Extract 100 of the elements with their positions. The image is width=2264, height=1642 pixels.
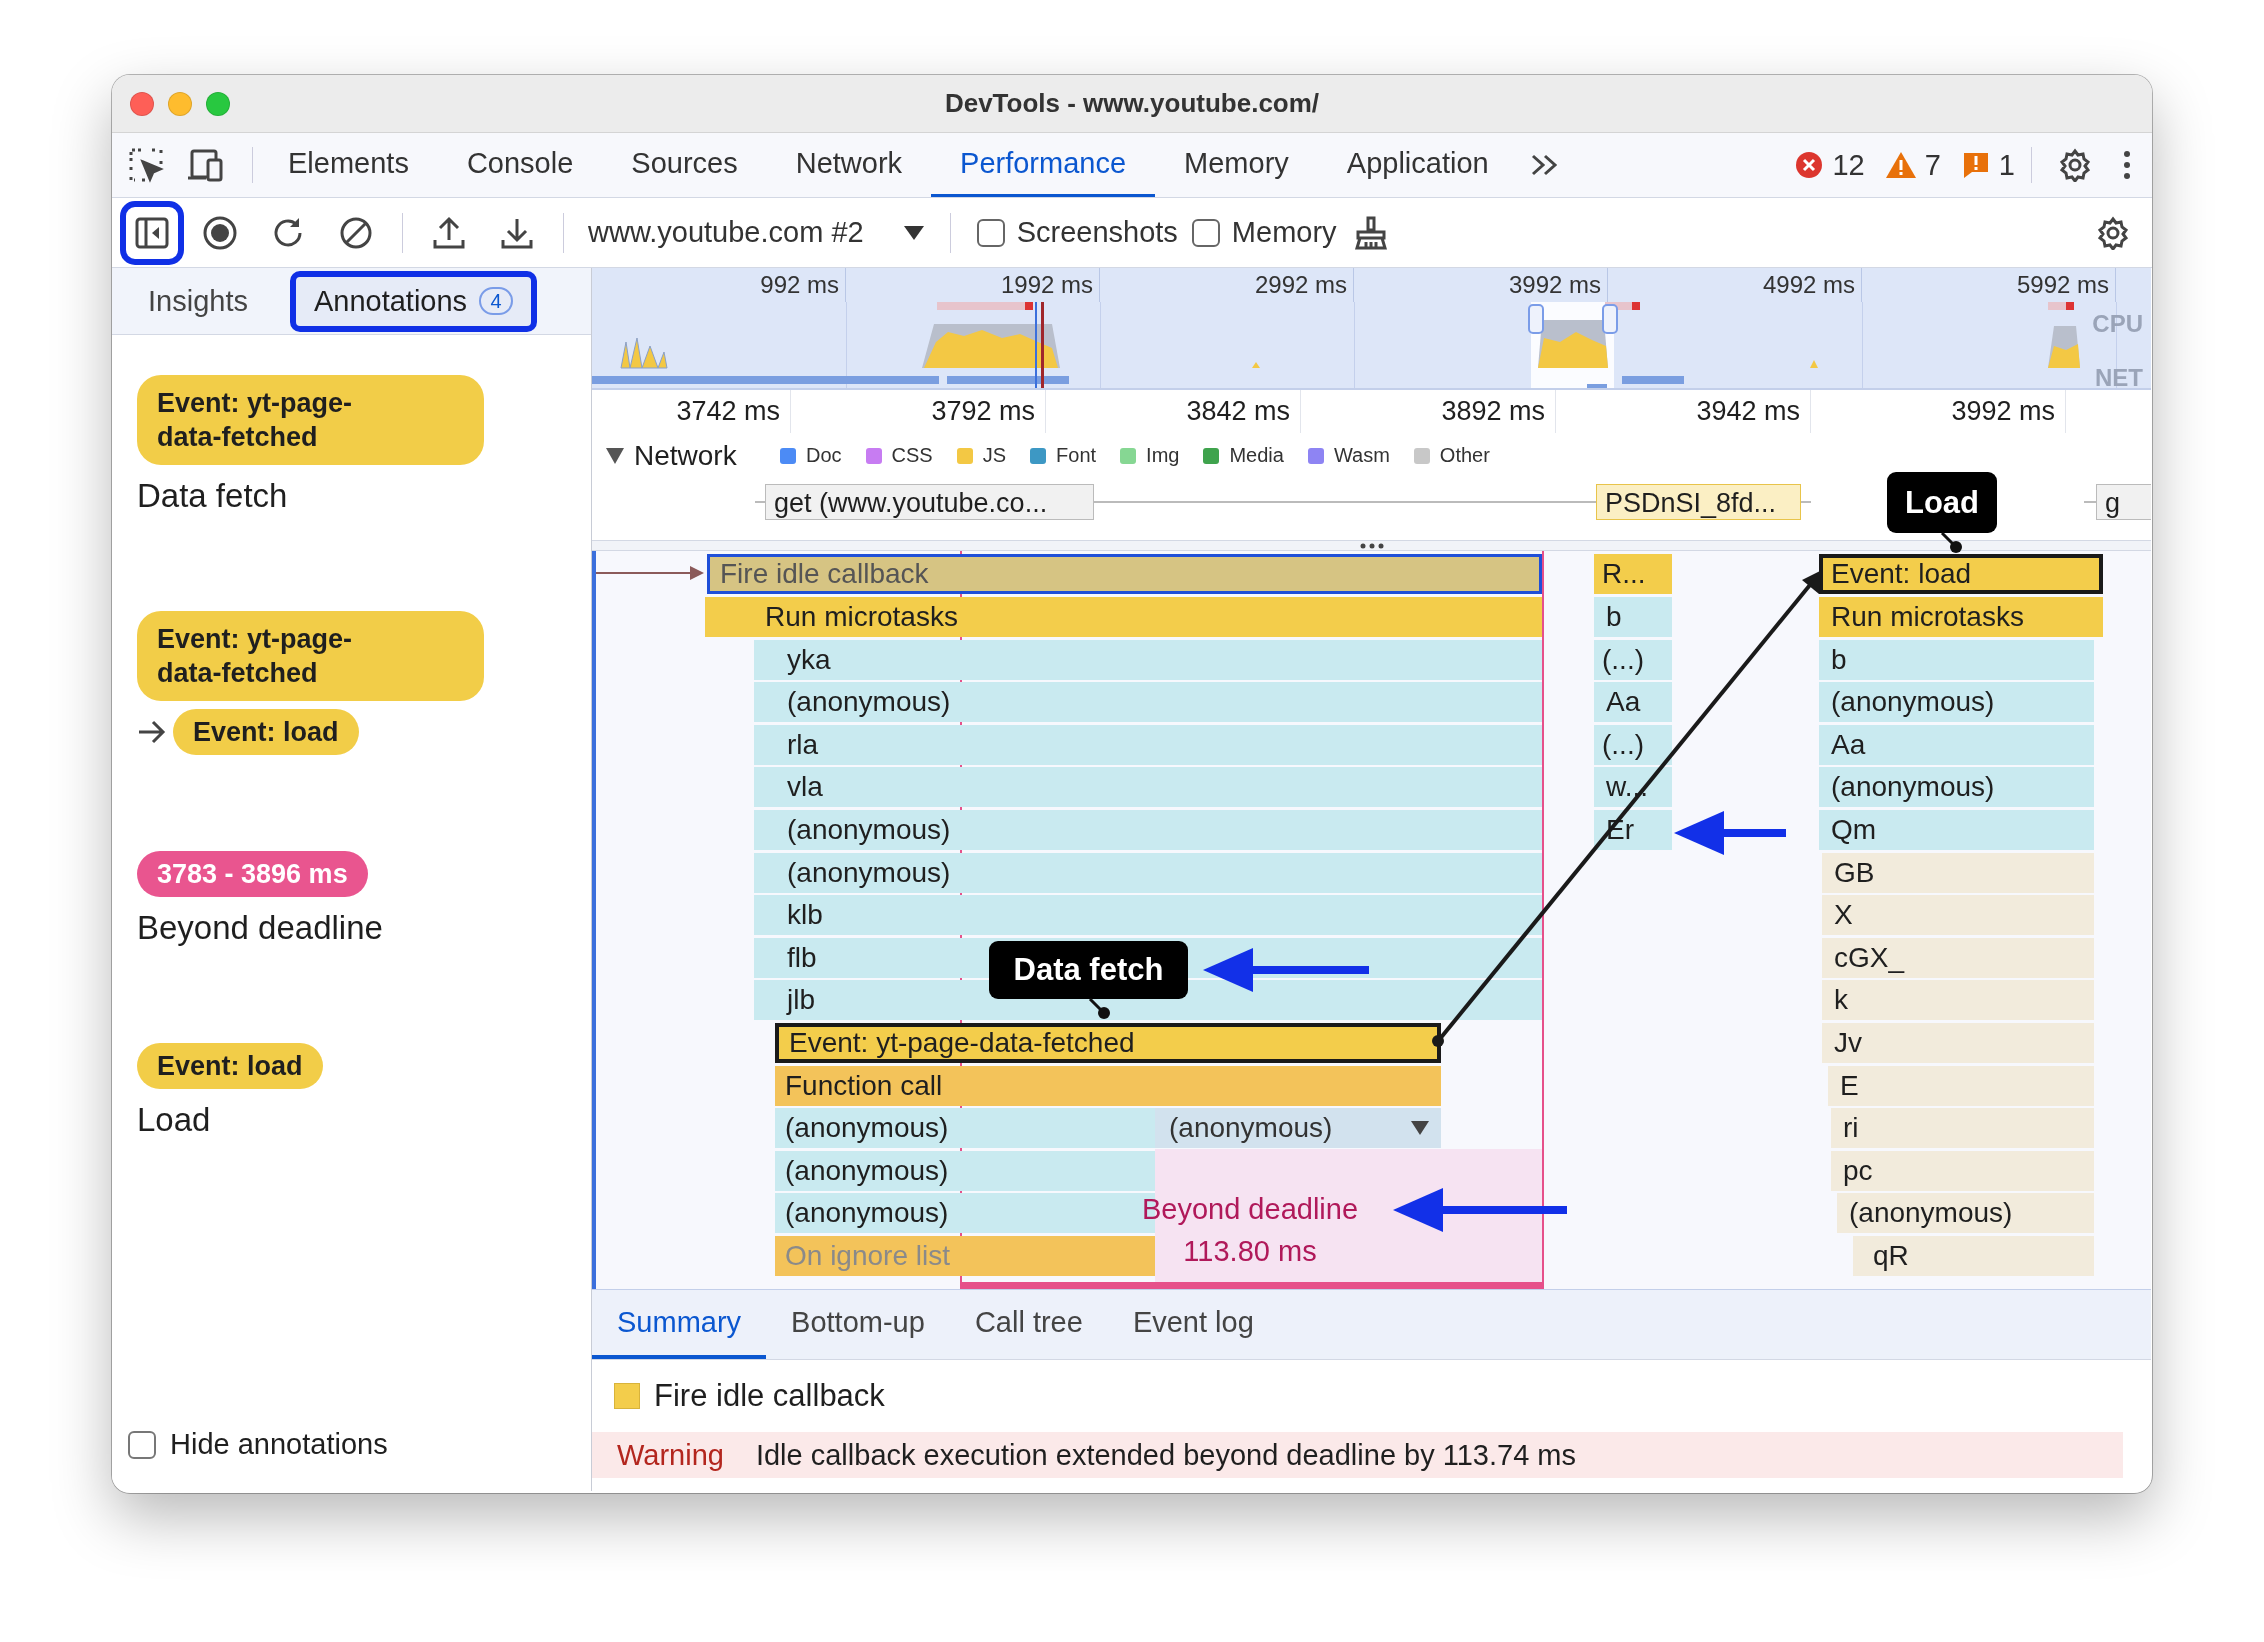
tick-label: 3992 ms [1508, 271, 1601, 298]
entry-chip[interactable]: Event: load [173, 709, 359, 755]
flame-chart-entry[interactable]: b [1819, 639, 2094, 680]
device-icon[interactable] [186, 148, 224, 182]
resize-handle-icon[interactable] [1359, 542, 1384, 549]
flame-chart-entry[interactable]: yka [754, 639, 1542, 680]
flame-chart-entry[interactable]: Run microtasks [1819, 596, 2103, 637]
flame-chart-entry[interactable]: cGX_ [1822, 937, 2094, 978]
more-options-icon[interactable] [2122, 150, 2132, 180]
tick-label: 992 ms [760, 271, 839, 298]
flame-chart-entry[interactable]: klb [754, 895, 1542, 936]
recording-select[interactable]: www.youtube.com #2 [576, 216, 938, 249]
flame-chart-entry[interactable]: (...) [1594, 639, 1672, 680]
network-request-bar[interactable]: PSDnSI_8fd... [1596, 483, 1801, 520]
track-header[interactable]: Network [592, 439, 780, 472]
details-tab[interactable]: Bottom-up [766, 1290, 950, 1360]
flame-chart-entry[interactable]: (anonymous) [1155, 1108, 1441, 1149]
time-tick-label: 3942 ms [1696, 395, 1800, 426]
time-tick-label: 3892 ms [1441, 395, 1545, 426]
leader-line [1088, 997, 1112, 1021]
tick-label: 4992 ms [1762, 271, 1855, 298]
time-tick-label: 3842 ms [1186, 395, 1290, 426]
flame-chart-entry[interactable]: (anonymous) [775, 1150, 1155, 1191]
flame-chart-entry[interactable]: Jv [1822, 1022, 2094, 1063]
flame-chart-entry[interactable]: vla [754, 767, 1542, 808]
tick-label: 5992 ms [2016, 271, 2109, 298]
legend-label: Other [1439, 444, 1490, 468]
inspect-icon[interactable] [128, 147, 164, 183]
close-button[interactable] [130, 91, 154, 116]
annotation-text: Load [137, 1101, 211, 1139]
panel-tab[interactable]: Sources [602, 133, 767, 197]
legend-label: Media [1229, 444, 1284, 468]
flame-chart-entry[interactable]: Fire idle callback [707, 554, 1542, 595]
flame-chart-entry[interactable]: Qm [1819, 809, 2094, 850]
flame-chart-entry[interactable]: Event: yt-page-data-fetched [775, 1022, 1441, 1063]
legend-label: Doc [806, 444, 842, 468]
flame-chart-entry[interactable]: Aa [1594, 682, 1672, 723]
entry-chip[interactable]: Event: load [137, 1043, 323, 1089]
details-tab[interactable]: Summary [592, 1290, 767, 1360]
sidebar-toggle-button[interactable] [123, 203, 181, 262]
network-request-bar[interactable]: get (www.youtube.co... [765, 483, 1094, 520]
flame-chart-entry[interactable]: (anonymous) [1819, 682, 2094, 723]
network-request-bar[interactable]: g [2096, 483, 2151, 520]
checkbox-label: Screenshots [1016, 216, 1178, 249]
flame-chart-entry[interactable]: (anonymous) [1837, 1193, 2094, 1234]
panel-tab[interactable]: Network [766, 133, 932, 197]
broom-icon [1352, 215, 1389, 250]
flame-chart-entry[interactable]: k [1822, 980, 2094, 1021]
checkbox[interactable] [976, 218, 1005, 247]
flame-chart-entry[interactable]: Aa [1819, 724, 2094, 765]
flame-chart-entry[interactable]: E [1828, 1065, 2094, 1106]
issue-count[interactable]: 1 [1950, 133, 2025, 197]
flame-chart-entry[interactable]: qR [1853, 1235, 2094, 1276]
selection-handle[interactable] [1602, 304, 1618, 334]
flame-chart-entry[interactable]: (anonymous) [754, 682, 1542, 723]
settings-icon[interactable] [2096, 215, 2130, 250]
flame-chart-entry[interactable]: (anonymous) [754, 809, 1542, 850]
flame-chart-entry[interactable]: Function call [775, 1065, 1441, 1106]
settings-icon[interactable] [2058, 148, 2092, 182]
legend-label: Font [1056, 444, 1097, 468]
checkbox[interactable] [1191, 218, 1220, 247]
flame-chart-entry[interactable]: b [1594, 596, 1672, 637]
flame-chart-entry[interactable]: rla [754, 724, 1542, 765]
details-tab[interactable]: Event log [1107, 1290, 1279, 1360]
flame-chart-entry[interactable]: R... [1594, 554, 1672, 595]
entry-chip[interactable]: Event: yt-page-data-fetched [137, 375, 484, 465]
track-label: NET [2095, 364, 2143, 392]
flame-chart-entry[interactable]: (anonymous) [775, 1108, 1155, 1149]
flame-chart-entry[interactable]: ri [1831, 1108, 2094, 1149]
warning-label: Warning [617, 1438, 724, 1472]
entry-chip[interactable]: Event: yt-page-data-fetched [137, 611, 484, 701]
panel-tab[interactable]: Application [1317, 133, 1518, 197]
error-count[interactable]: 12 [1784, 133, 1875, 197]
selection-handle[interactable] [1528, 304, 1544, 334]
warning-count[interactable]: 7 [1874, 133, 1951, 197]
flame-chart-entry[interactable]: (...) [1594, 724, 1672, 765]
flame-chart-entry[interactable]: pc [1831, 1150, 2094, 1191]
annotation-text: Data fetch [137, 477, 288, 515]
sidebar-tab[interactable]: Insights [124, 270, 272, 332]
dropdown-caret-icon [903, 225, 924, 240]
panel-tab[interactable]: Console [437, 133, 603, 197]
flame-chart-entry[interactable]: (anonymous) [1819, 767, 2094, 808]
flame-chart-entry[interactable]: w... [1594, 767, 1672, 808]
checkbox[interactable] [128, 1430, 156, 1459]
flame-chart-entry[interactable]: GB [1822, 852, 2094, 893]
flame-chart-entry[interactable]: Event: load [1819, 554, 2103, 595]
flame-chart-entry[interactable]: X [1822, 895, 2094, 936]
flame-chart-entry[interactable]: (anonymous) [754, 852, 1542, 893]
legend-label: Wasm [1333, 444, 1390, 468]
upload-icon [432, 215, 466, 250]
panel-tab[interactable]: Memory [1155, 133, 1318, 197]
legend-label: CSS [891, 444, 933, 468]
panel-tab[interactable]: Elements [259, 133, 438, 197]
dropdown-caret-icon [1411, 1121, 1429, 1136]
time-tick-label: 3742 ms [676, 395, 780, 426]
flame-chart-entry[interactable]: Run microtasks [705, 596, 1542, 637]
annotation-tooltip: Data fetch [989, 941, 1188, 999]
activity-overview-drawing[interactable] [592, 302, 2082, 388]
details-tab[interactable]: Call tree [949, 1290, 1108, 1360]
sidebar-tab[interactable]: Annotations 4 [289, 270, 538, 332]
